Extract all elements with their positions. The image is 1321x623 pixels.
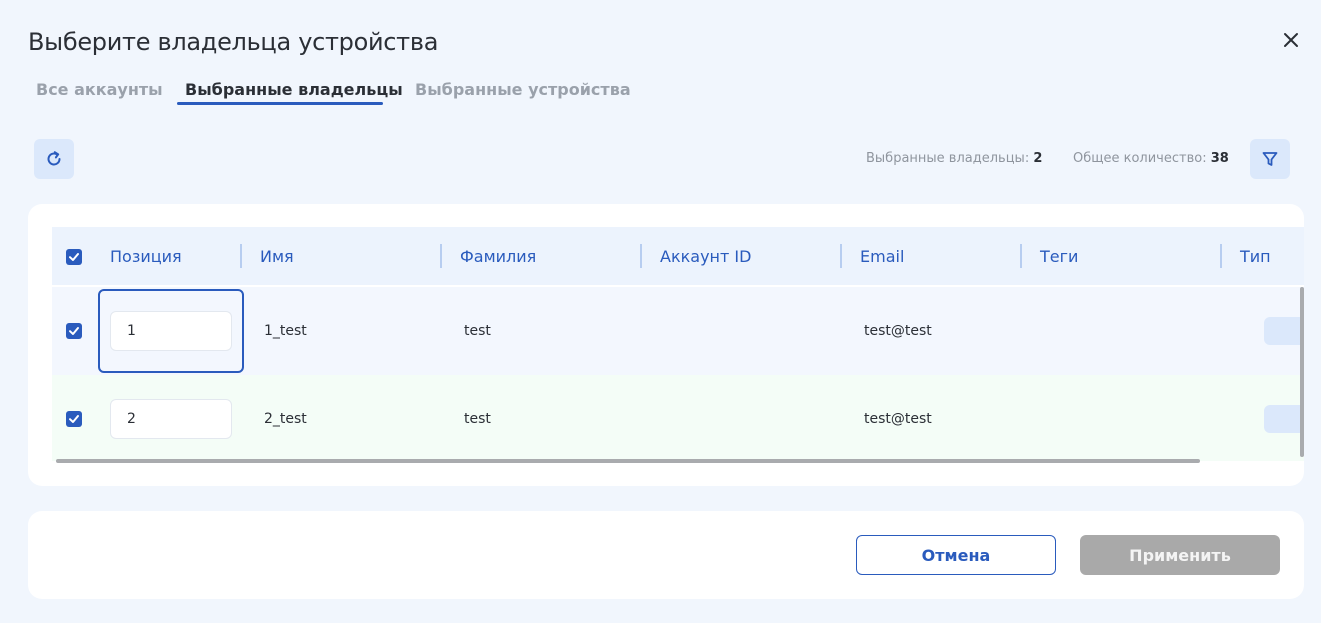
surname-cell: test xyxy=(464,323,491,339)
tab-selected-owners[interactable]: Выбранные владельцы xyxy=(185,80,403,99)
table-row[interactable]: 2_test test test@test xyxy=(52,375,1304,461)
checkmark-icon xyxy=(69,253,79,261)
type-select[interactable] xyxy=(1264,405,1304,433)
filter-button[interactable] xyxy=(1250,139,1290,179)
column-resizer[interactable] xyxy=(240,244,242,268)
dialog-footer: Отмена Применить xyxy=(28,511,1304,599)
dialog-title: Выберите владельца устройства xyxy=(28,28,439,56)
close-icon xyxy=(1284,33,1298,47)
owners-table: Позиция Имя Фамилия Аккаунт ID Email Тег… xyxy=(28,204,1304,486)
row-checkbox[interactable] xyxy=(66,323,82,339)
email-cell: test@test xyxy=(864,411,932,427)
column-header-position[interactable]: Позиция xyxy=(110,247,182,266)
table-header: Позиция Имя Фамилия Аккаунт ID Email Тег… xyxy=(52,227,1304,285)
name-cell: 1_test xyxy=(264,323,307,339)
column-resizer[interactable] xyxy=(1020,244,1022,268)
column-header-account-id[interactable]: Аккаунт ID xyxy=(660,247,751,266)
tab-selected-devices[interactable]: Выбранные устройства xyxy=(415,80,631,99)
name-cell: 2_test xyxy=(264,411,307,427)
row-checkbox[interactable] xyxy=(66,411,82,427)
vertical-scrollbar[interactable] xyxy=(1300,287,1304,457)
apply-button[interactable]: Применить xyxy=(1080,535,1280,575)
type-select[interactable] xyxy=(1264,317,1304,345)
checkmark-icon xyxy=(69,415,79,423)
total-count-label: Общее количество: xyxy=(1073,151,1207,166)
active-tab-indicator xyxy=(177,102,383,105)
column-header-surname[interactable]: Фамилия xyxy=(460,247,536,266)
position-input[interactable] xyxy=(110,399,232,439)
column-resizer[interactable] xyxy=(640,244,642,268)
total-count-stat: Общее количество: 38 xyxy=(1073,151,1229,166)
tab-all-accounts[interactable]: Все аккаунты xyxy=(36,80,163,99)
refresh-button[interactable] xyxy=(34,139,74,179)
column-resizer[interactable] xyxy=(840,244,842,268)
cancel-button[interactable]: Отмена xyxy=(856,535,1056,575)
position-input[interactable] xyxy=(110,311,232,351)
column-header-name[interactable]: Имя xyxy=(260,247,294,266)
refresh-icon xyxy=(47,151,61,166)
selected-owners-label: Выбранные владельцы: xyxy=(866,151,1030,166)
table-row[interactable]: 1_test test test@test xyxy=(52,287,1304,375)
checkmark-icon xyxy=(69,327,79,335)
column-header-tags[interactable]: Теги xyxy=(1040,247,1078,266)
close-button[interactable] xyxy=(1278,27,1304,53)
total-count-value: 38 xyxy=(1210,151,1229,166)
filter-icon xyxy=(1262,152,1278,166)
email-cell: test@test xyxy=(864,323,932,339)
column-header-type[interactable]: Тип xyxy=(1240,247,1271,266)
selected-owners-stat: Выбранные владельцы: 2 xyxy=(866,151,1042,166)
horizontal-scrollbar[interactable] xyxy=(56,459,1200,463)
selected-owners-count: 2 xyxy=(1033,151,1043,166)
surname-cell: test xyxy=(464,411,491,427)
column-resizer[interactable] xyxy=(1220,244,1222,268)
column-resizer[interactable] xyxy=(440,244,442,268)
owner-select-dialog: Выберите владельца устройства Все аккаун… xyxy=(0,0,1321,623)
column-header-email[interactable]: Email xyxy=(860,247,904,266)
select-all-checkbox[interactable] xyxy=(66,249,82,265)
